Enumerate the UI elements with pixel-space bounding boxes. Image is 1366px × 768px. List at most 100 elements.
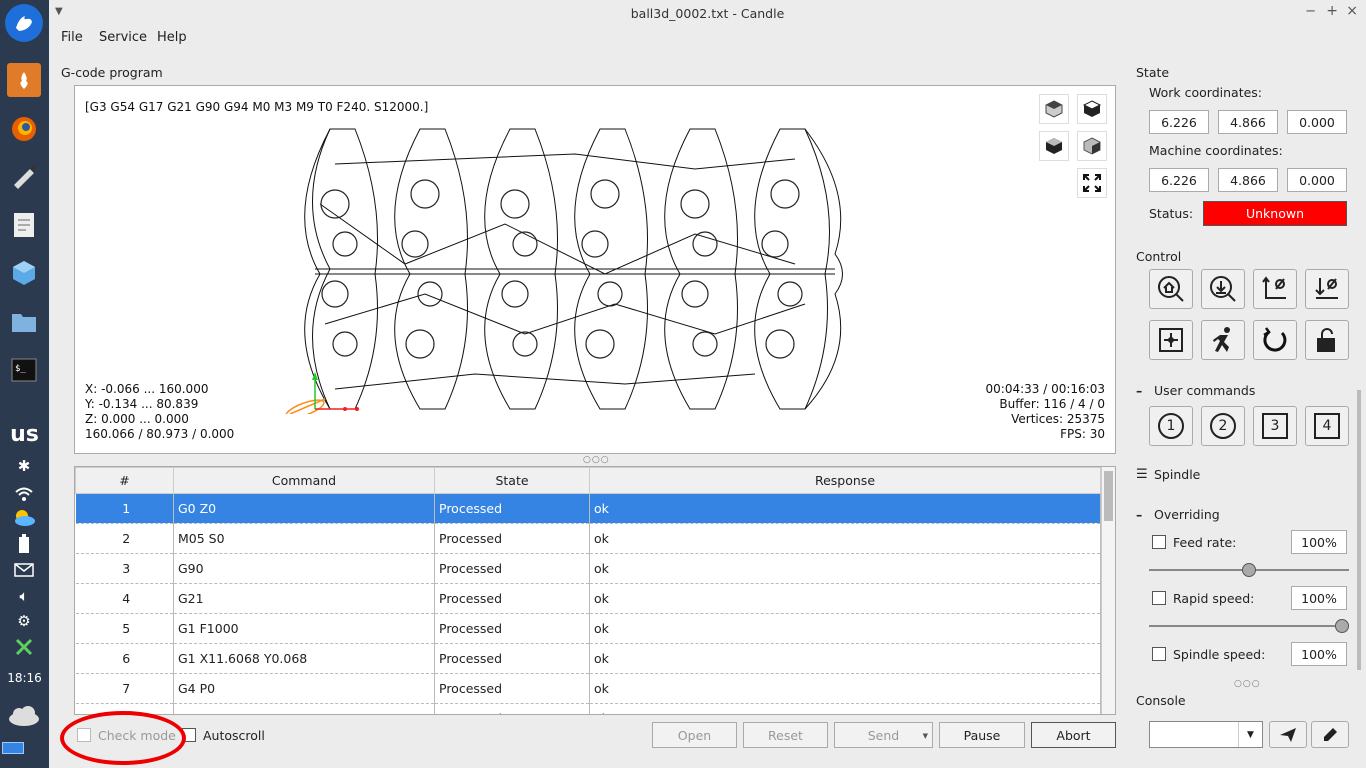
column-header-command[interactable]: Command xyxy=(173,467,435,494)
firefox-icon[interactable] xyxy=(7,112,41,146)
range-x: X: -0.066 ... 160.000 xyxy=(85,382,209,396)
table-row[interactable]: 2 M05 S0 Processed ok xyxy=(75,523,1101,554)
console-history-dropdown-icon[interactable]: ▼ xyxy=(1238,722,1262,747)
rapid-speed-checkbox[interactable] xyxy=(1152,591,1166,605)
tools-icon[interactable] xyxy=(12,637,36,657)
keyboard-layout-indicator[interactable]: us xyxy=(2,422,47,447)
menu-help[interactable]: Help xyxy=(157,30,187,45)
table-scrollbar[interactable] xyxy=(1101,467,1115,714)
zero-xy-button[interactable] xyxy=(1253,269,1297,309)
view-isometric-button[interactable] xyxy=(1039,94,1069,124)
rapid-speed-label[interactable]: Rapid speed: xyxy=(1173,591,1254,606)
splitter-handle[interactable]: ○○○ xyxy=(583,455,610,465)
autoscroll-label[interactable]: Autoscroll xyxy=(203,728,265,743)
view-top-button[interactable] xyxy=(1077,94,1107,124)
toolpath-drawing xyxy=(285,128,843,414)
3d-box-icon[interactable] xyxy=(7,256,41,290)
gcode-table[interactable]: # Command State Response 1 G0 Z0 Processed… xyxy=(74,466,1116,715)
gcode-visualizer[interactable]: [G3 G54 G17 G21 G90 G94 M0 M3 M9 T0 F240… xyxy=(74,85,1116,454)
bluetooth-icon[interactable]: ✱ xyxy=(12,456,36,476)
table-row[interactable]: 7 G4 P0 Processed ok xyxy=(75,673,1101,704)
minimize-icon[interactable]: − xyxy=(1305,4,1316,19)
wifi-icon[interactable] xyxy=(12,484,36,504)
mail-icon[interactable] xyxy=(12,560,36,580)
xfce-menu-icon[interactable] xyxy=(5,4,43,42)
column-header-state[interactable]: State xyxy=(434,467,590,494)
reset-controller-button[interactable] xyxy=(1253,320,1297,360)
abort-button[interactable]: Abort xyxy=(1031,722,1116,748)
workspace-switcher[interactable] xyxy=(2,742,24,754)
console-send-button[interactable] xyxy=(1269,721,1307,748)
console-clear-button[interactable] xyxy=(1311,721,1349,748)
taskbar: $_ us ✱ 🔈︎ ⚙︎ 18:16 xyxy=(0,0,49,768)
dropdown-arrow-icon[interactable]: ▼ xyxy=(923,732,928,740)
view-front-button[interactable] xyxy=(1039,131,1069,161)
title-bar[interactable]: ▼ ball3d_0002.txt - Candle − + × xyxy=(49,0,1366,26)
rapid-speed-slider[interactable] xyxy=(1149,625,1349,627)
weather-icon[interactable] xyxy=(12,508,36,528)
close-icon[interactable]: × xyxy=(1346,3,1358,19)
maximize-icon[interactable]: + xyxy=(1326,3,1338,19)
table-row[interactable]: 5 G1 F1000 Processed ok xyxy=(75,613,1101,644)
expand-icon[interactable]: ☰ xyxy=(1136,467,1148,482)
control-label: Control xyxy=(1136,249,1182,264)
console-label: Console xyxy=(1136,693,1186,708)
rapid-speed-slider-handle[interactable] xyxy=(1335,619,1349,633)
restore-origin-button[interactable] xyxy=(1149,320,1193,360)
column-header-response[interactable]: Response xyxy=(589,467,1101,494)
inkscape-icon[interactable] xyxy=(7,160,41,194)
cell-command: G1 F1000 xyxy=(173,613,435,644)
settings-icon[interactable]: ⚙︎ xyxy=(12,611,36,631)
menu-service[interactable]: Service xyxy=(99,30,147,45)
table-row[interactable]: 1 G0 Z0 Processed ok xyxy=(75,493,1101,524)
folder-icon[interactable] xyxy=(7,305,41,339)
user-command-4-button[interactable]: 4 xyxy=(1305,406,1349,446)
safe-position-button[interactable] xyxy=(1201,320,1245,360)
spindle-speed-label[interactable]: Spindle speed: xyxy=(1173,647,1265,662)
fit-view-icon[interactable] xyxy=(1077,168,1107,198)
user-command-1-button[interactable]: 1 xyxy=(1149,406,1193,446)
zero-z-button[interactable] xyxy=(1305,269,1349,309)
view-left-button[interactable] xyxy=(1077,131,1107,161)
spindle-label[interactable]: Spindle xyxy=(1154,467,1200,482)
cell-num: 7 xyxy=(75,673,174,704)
home-button[interactable] xyxy=(1149,269,1193,309)
volume-icon[interactable]: 🔈︎ xyxy=(12,586,36,606)
clock[interactable]: 18:16 xyxy=(0,671,49,685)
right-splitter-handle[interactable]: ○○○ xyxy=(1234,679,1261,689)
spindle-speed-checkbox[interactable] xyxy=(1152,647,1166,661)
user-command-2-button[interactable]: 2 xyxy=(1201,406,1245,446)
feed-rate-checkbox[interactable] xyxy=(1152,535,1166,549)
right-panel-scrollbar[interactable] xyxy=(1357,390,1361,670)
collapse-overriding-icon[interactable]: – xyxy=(1136,507,1142,522)
table-row[interactable]: 8M03 S12000Processedok xyxy=(75,703,1101,714)
collapse-icon[interactable]: – xyxy=(1136,383,1142,398)
rapid-speed-value[interactable]: 100% xyxy=(1291,586,1347,610)
cloud-icon[interactable] xyxy=(4,704,44,728)
menu-file[interactable]: File xyxy=(61,30,83,45)
scrollbar-thumb[interactable] xyxy=(1104,471,1113,521)
open-button[interactable]: Open xyxy=(652,722,737,748)
feed-rate-label[interactable]: Feed rate: xyxy=(1173,535,1236,550)
table-row[interactable]: 4 G21 Processed ok xyxy=(75,583,1101,614)
feed-rate-value[interactable]: 100% xyxy=(1291,530,1347,554)
send-button[interactable]: Send ▼ xyxy=(834,722,933,748)
pause-button[interactable]: Pause xyxy=(939,722,1025,748)
unlock-button[interactable] xyxy=(1305,320,1349,360)
user-command-3-button[interactable]: 3 xyxy=(1253,406,1297,446)
user-commands-label[interactable]: User commands xyxy=(1154,383,1255,398)
cell-num: 5 xyxy=(75,613,174,644)
z-probe-button[interactable] xyxy=(1201,269,1245,309)
spindle-speed-value[interactable]: 100% xyxy=(1291,642,1347,666)
candle-app-icon[interactable] xyxy=(7,63,41,97)
text-editor-icon[interactable] xyxy=(7,208,41,242)
table-row[interactable]: 6 G1 X11.6068 Y0.068 Processed ok xyxy=(75,643,1101,674)
reset-button[interactable]: Reset xyxy=(743,722,828,748)
feed-rate-slider-handle[interactable] xyxy=(1242,563,1256,577)
column-header-num[interactable]: # xyxy=(75,467,174,494)
console-command-input[interactable]: ▼ xyxy=(1149,721,1263,748)
table-row[interactable]: 3 G90 Processed ok xyxy=(75,553,1101,584)
terminal-icon[interactable]: $_ xyxy=(7,353,41,387)
battery-icon[interactable] xyxy=(12,534,36,554)
overriding-label[interactable]: Overriding xyxy=(1154,507,1220,522)
